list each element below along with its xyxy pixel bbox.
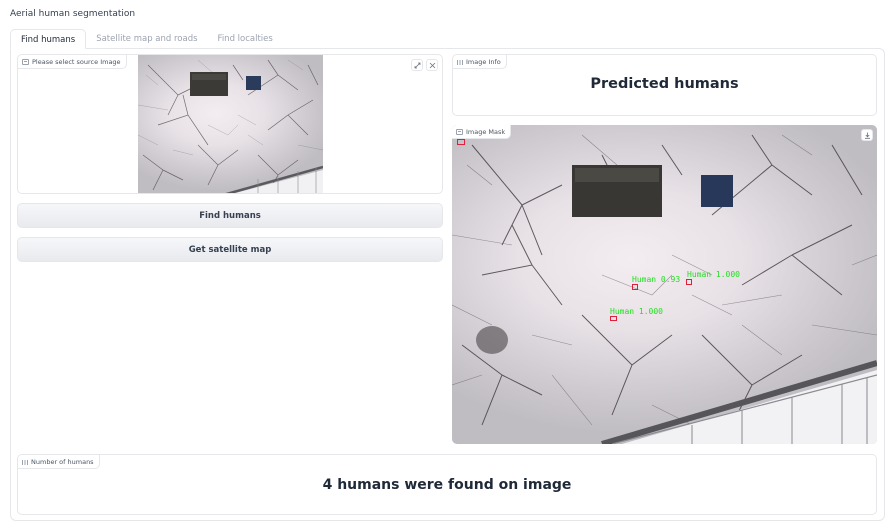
source-image-label-text: Please select source Image <box>32 57 121 66</box>
image-icon <box>22 58 29 65</box>
close-icon[interactable] <box>426 59 438 71</box>
source-image-block[interactable]: Please select source Image <box>17 54 443 194</box>
app-title: Aerial human segmentation <box>10 9 136 19</box>
image-mask-label: Image Mask <box>452 125 512 139</box>
number-of-humans-label: Number of humans <box>18 455 100 469</box>
detection-box <box>610 316 617 321</box>
detection-label: Human 1.000 <box>610 307 663 316</box>
tab-satellite-map-and-roads[interactable]: Satellite map and roads <box>86 29 207 49</box>
source-image-label: Please select source Image <box>18 55 127 69</box>
number-of-humans-block: Number of humans 4 humans were found on … <box>17 454 877 515</box>
bars-icon <box>22 459 28 465</box>
predicted-humans-text: Predicted humans <box>590 76 739 92</box>
detection-label: Human 1.000 <box>687 270 740 279</box>
mask-aerial-drawing <box>452 134 877 444</box>
bars-icon <box>457 59 463 65</box>
humans-found-text: 4 humans were found on image <box>322 477 572 493</box>
detection-box <box>632 284 638 290</box>
image-icon <box>456 128 463 135</box>
number-of-humans-label-text: Number of humans <box>31 457 94 466</box>
find-humans-button[interactable]: Find humans <box>17 203 443 228</box>
download-icon-glyph <box>864 132 870 139</box>
get-satellite-map-button[interactable]: Get satellite map <box>17 237 443 262</box>
detection-box <box>686 279 692 285</box>
download-icon[interactable] <box>861 129 873 141</box>
tab-find-localties[interactable]: Find localties <box>208 29 283 49</box>
image-info-label: Image Info <box>453 55 507 69</box>
source-aerial-drawing <box>138 59 323 193</box>
image-info-block: Image Info Predicted humans <box>452 54 877 116</box>
edit-icon-glyph <box>414 62 420 68</box>
tab-bar: Find humans Satellite map and roads Find… <box>10 29 283 49</box>
close-icon-glyph <box>429 62 435 68</box>
detection-label: Human 0.93 <box>632 275 681 284</box>
source-image <box>138 55 323 193</box>
image-mask-block: Image Mask Human 0.93 Human 1.000 Human … <box>452 125 877 444</box>
edit-icon[interactable] <box>411 59 423 71</box>
image-mask-label-text: Image Mask <box>466 127 506 136</box>
tab-find-humans[interactable]: Find humans <box>10 29 87 49</box>
image-mask-image <box>452 125 877 444</box>
image-info-label-text: Image Info <box>466 57 501 66</box>
detection-box <box>457 139 465 145</box>
